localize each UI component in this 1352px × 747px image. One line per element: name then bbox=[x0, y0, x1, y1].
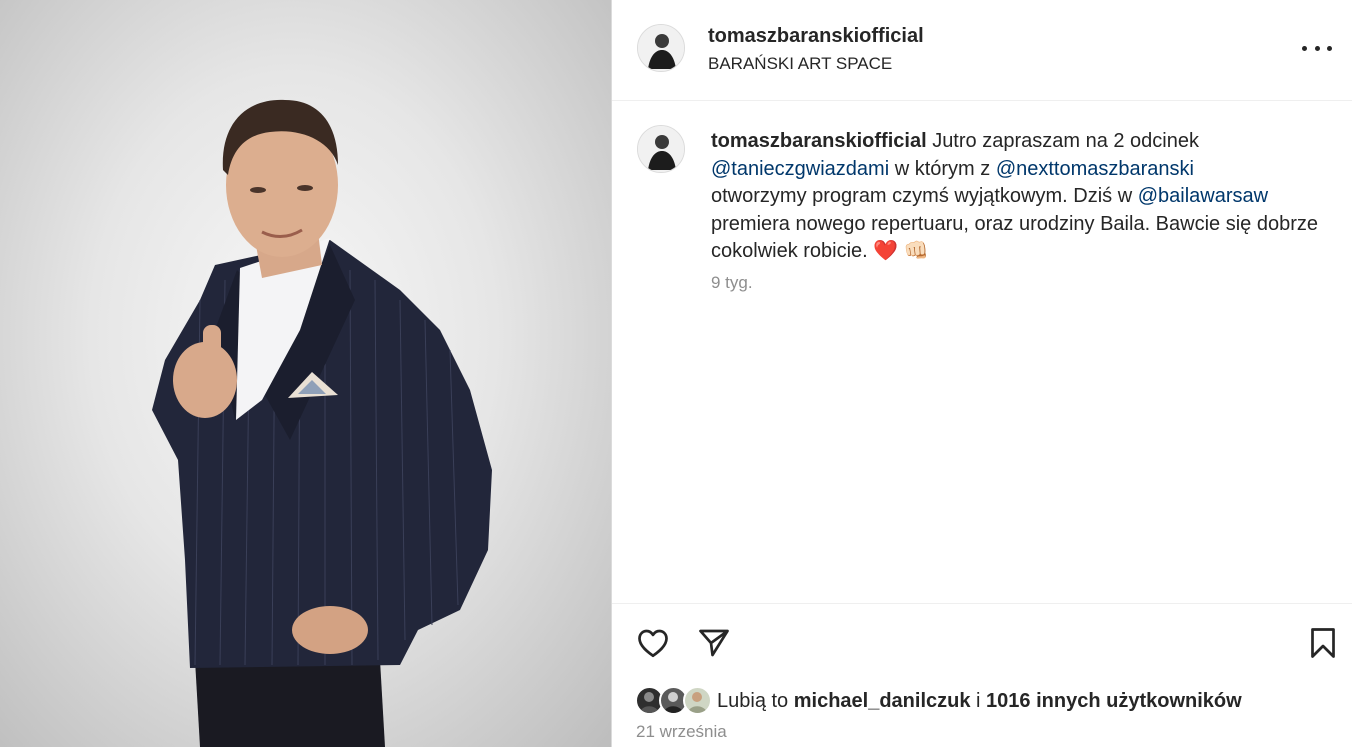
post-header: tomaszbaranskiofficial BARAŃSKI ART SPAC… bbox=[612, 0, 1352, 101]
bookmark-icon[interactable] bbox=[1305, 625, 1341, 661]
dot bbox=[1302, 45, 1307, 51]
caption-text-4: premiera nowego repertuaru, oraz urodzin… bbox=[711, 212, 1318, 263]
author-avatar[interactable] bbox=[637, 24, 685, 72]
post-actions: Lubią to michael_danilczuk i 1016 innych… bbox=[612, 603, 1352, 747]
mention-nexttomaszbaranski[interactable]: @nexttomaszbaranski bbox=[996, 158, 1194, 180]
avatar-image bbox=[638, 126, 684, 172]
caption-section: tomaszbaranskiofficial Jutro zapraszam n… bbox=[612, 101, 1352, 603]
likes-connector: i bbox=[970, 690, 987, 712]
bookmark-svg bbox=[1311, 628, 1335, 658]
caption-text-2: w którym z bbox=[889, 157, 996, 180]
post-location[interactable]: BARAŃSKI ART SPACE bbox=[708, 54, 892, 74]
paper-plane-svg bbox=[699, 629, 729, 657]
post-image[interactable] bbox=[0, 0, 611, 747]
heart-outline-svg bbox=[638, 629, 668, 658]
portrait-illustration bbox=[152, 99, 492, 747]
mention-tanieczgwiazdami[interactable]: @tanieczgwiazdami bbox=[711, 158, 889, 180]
liker-avatar bbox=[683, 686, 712, 715]
caption-time-ago[interactable]: 9 tyg. bbox=[711, 273, 753, 293]
heart-outline-icon[interactable] bbox=[635, 625, 671, 661]
mention-bailawarsaw[interactable]: @bailawarsaw bbox=[1138, 185, 1268, 207]
post-detail-panel: tomaszbaranskiofficial BARAŃSKI ART SPAC… bbox=[611, 0, 1352, 747]
caption-text-3: otworzymy program czymś wyjątkowym. Dziś… bbox=[711, 185, 1138, 207]
likes-others-count[interactable]: 1016 innych użytkowników bbox=[986, 690, 1242, 712]
caption-author-avatar[interactable] bbox=[637, 125, 685, 173]
caption-author[interactable]: tomaszbaranskiofficial bbox=[711, 130, 927, 152]
avatar-image bbox=[638, 25, 684, 71]
likers-avatars[interactable] bbox=[635, 686, 715, 718]
paper-plane-icon[interactable] bbox=[696, 625, 732, 661]
more-options-icon[interactable] bbox=[1302, 36, 1332, 60]
dot bbox=[1327, 45, 1332, 51]
heart-emoji: ❤️ bbox=[873, 240, 899, 262]
likes-prefix: Lubią to bbox=[717, 690, 794, 712]
dot bbox=[1314, 45, 1320, 51]
likes-summary: Lubią to michael_danilczuk i 1016 innych… bbox=[717, 690, 1242, 713]
avatar-image bbox=[688, 692, 707, 713]
caption-text-1: Jutro zapraszam na 2 odcinek bbox=[932, 130, 1199, 152]
liker-username[interactable]: michael_danilczuk bbox=[794, 690, 971, 712]
post-caption: tomaszbaranskiofficial Jutro zapraszam n… bbox=[711, 128, 1321, 266]
author-username[interactable]: tomaszbaranskiofficial bbox=[708, 25, 924, 48]
post-date[interactable]: 21 września bbox=[636, 722, 727, 742]
fist-emoji: 👊🏻 bbox=[903, 240, 929, 262]
